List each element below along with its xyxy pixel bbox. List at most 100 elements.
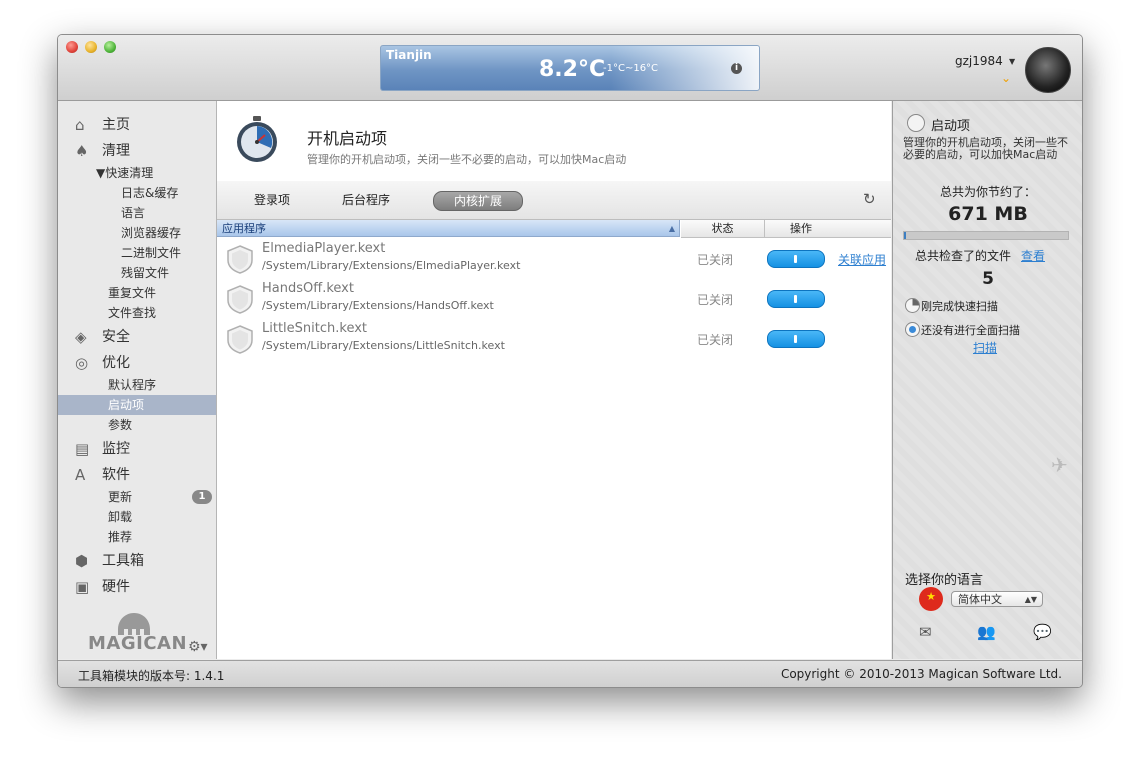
table-row[interactable]: LittleSnitch.kext /System/Library/Extens… (217, 318, 891, 358)
sidebar-item-label: 硬件 (102, 579, 130, 595)
sidebar-item-hardware[interactable]: ▣ 硬件 (58, 576, 216, 598)
sidebar-item-monitor[interactable]: ▤ 监控 (58, 438, 216, 460)
sidebar-item-binaries[interactable]: 二进制文件 (58, 243, 216, 263)
sidebar-item-browser-cache[interactable]: 浏览器缓存 (58, 223, 216, 243)
gear-icon[interactable]: ⚙▾ (188, 639, 208, 655)
username[interactable]: gzj1984 (955, 54, 1003, 68)
kext-shield-icon (227, 245, 253, 274)
sidebar-item-label: 浏览器缓存 (121, 226, 182, 240)
saved-label: 总共为你节约了： (939, 185, 1036, 199)
avatar[interactable] (1025, 47, 1071, 93)
sidebar-item-label: 参数 (108, 418, 133, 432)
column-header-label: 应用程序 (222, 222, 266, 235)
sidebar-item-label: 软件 (102, 467, 130, 483)
sidebar-item-label: ▼快速清理 (96, 166, 154, 180)
column-header-app[interactable]: 应用程序 ▲ (217, 220, 680, 237)
sidebar-item-label: 卸载 (108, 510, 133, 524)
user-dropdown-caret-icon[interactable]: ▼ (1009, 57, 1015, 66)
sidebar-item-optimize[interactable]: ◎ 优化 (58, 352, 216, 374)
magican-logo-text: MAGICAN (88, 633, 188, 654)
view-files-link[interactable]: 查看 (1021, 247, 1045, 264)
tab-login-items[interactable]: 登录项 (235, 191, 309, 209)
update-count-badge: 1 (192, 490, 212, 504)
startup-icon (907, 114, 925, 132)
home-icon: ⌂ (75, 116, 85, 134)
sidebar-item-logs-cache[interactable]: 日志&缓存 (58, 183, 216, 203)
sidebar-item-recommended[interactable]: 推荐 (58, 527, 216, 547)
language-select[interactable]: 简体中文 ▲▼ (951, 591, 1043, 607)
related-app-link[interactable]: 关联应用 (838, 251, 886, 268)
sidebar-item-quick-clean[interactable]: ▼快速清理 (58, 163, 216, 183)
copyright-text: Copyright © 2010-2013 Magican Software L… (780, 667, 1062, 681)
sidebar-item-home[interactable]: ⌂ 主页 (58, 114, 216, 136)
paper-plane-icon: ✈ (1051, 453, 1068, 477)
sidebar-item-clean[interactable]: ♠ 清理 (58, 140, 216, 162)
weather-range: -1°C~16°C (603, 63, 659, 74)
mail-icon[interactable]: ✉ (919, 623, 932, 641)
sidebar-item-label: 工具箱 (102, 553, 144, 569)
saved-progress-bar (903, 231, 1069, 240)
page-title: 开机启动项 (307, 129, 388, 148)
title-bar: Tianjin 8.2°C -1°C~16°C i gzj1984 ▼ ⌄ (58, 35, 1082, 101)
enable-toggle[interactable] (767, 330, 825, 348)
language-value: 简体中文 (958, 593, 1002, 606)
sidebar-item-label: 残留文件 (121, 266, 170, 280)
toolbox-icon: ⬢ (75, 552, 89, 570)
column-header-action[interactable]: 操作 (765, 220, 891, 238)
enable-toggle[interactable] (767, 290, 825, 308)
weather-temperature: 8.2°C (539, 57, 606, 82)
table-row[interactable]: HandsOff.kext /System/Library/Extensions… (217, 278, 891, 318)
language-label: 选择你的语言 (905, 573, 984, 588)
tab-background-programs[interactable]: 后台程序 (329, 191, 403, 209)
sidebar-item-label: 监控 (102, 441, 130, 457)
weather-city: Tianjin (386, 48, 432, 62)
tab-kernel-extensions[interactable]: 内核扩展 (433, 191, 523, 211)
sidebar-item-label: 启动项 (108, 398, 145, 412)
sidebar-item-parameters[interactable]: 参数 (58, 415, 216, 435)
kext-shield-icon (227, 325, 253, 354)
info-icon[interactable]: i (731, 63, 742, 74)
sidebar-item-software[interactable]: A 软件 (58, 464, 216, 486)
sidebar-item-duplicates[interactable]: 重复文件 (58, 283, 216, 303)
column-header-status[interactable]: 状态 (681, 220, 765, 238)
users-icon[interactable]: 👥 (977, 623, 996, 641)
sidebar-item-uninstall[interactable]: 卸载 (58, 507, 216, 527)
saved-value: 671 MB (948, 203, 1028, 225)
sidebar-item-label: 默认程序 (108, 378, 157, 392)
sidebar-item-label: 二进制文件 (121, 246, 182, 260)
row-status: 已关闭 (697, 333, 734, 347)
enable-toggle[interactable] (767, 250, 825, 268)
sidebar-item-label: 推荐 (108, 530, 133, 544)
sidebar-item-label: 重复文件 (108, 286, 157, 300)
sidebar-item-leftovers[interactable]: 残留文件 (58, 263, 216, 283)
column-header-label: 操作 (790, 222, 812, 235)
sidebar-item-toolbox[interactable]: ⬢ 工具箱 (58, 550, 216, 572)
hardware-icon: ▣ (75, 578, 90, 596)
info-panel-description: 管理你的开机启动项，关闭一些不必要的启动，可以加快Mac启动 (903, 136, 1068, 161)
sidebar-item-label: 优化 (102, 355, 130, 371)
scan-link[interactable]: 扫描 (973, 339, 997, 356)
chevron-down-icon[interactable]: ⌄ (1001, 71, 1011, 85)
minimize-window-button[interactable] (85, 41, 97, 53)
table-row[interactable]: ElmediaPlayer.kext /System/Library/Exten… (217, 238, 891, 278)
app-window: Tianjin 8.2°C -1°C~16°C i gzj1984 ▼ ⌄ ⌂ … (57, 34, 1083, 688)
row-name: LittleSnitch.kext (262, 321, 368, 336)
chat-icon[interactable]: 💬 (1033, 623, 1052, 641)
sidebar-item-language[interactable]: 语言 (58, 203, 216, 223)
close-window-button[interactable] (66, 41, 78, 53)
refresh-icon[interactable]: ↻ (863, 190, 876, 208)
kext-shield-icon (227, 285, 253, 314)
china-flag-icon: ★ (919, 587, 943, 611)
sidebar-item-updates[interactable]: 更新 1 (58, 487, 216, 507)
sidebar-item-file-finder[interactable]: 文件查找 (58, 303, 216, 323)
sidebar-item-security[interactable]: ◈ 安全 (58, 326, 216, 348)
stopwatch-icon (237, 116, 277, 162)
zoom-window-button[interactable] (104, 41, 116, 53)
sidebar-item-default-apps[interactable]: 默认程序 (58, 375, 216, 395)
sidebar: ⌂ 主页 ♠ 清理 ▼快速清理 日志&缓存 语言 浏览器缓存 二进制文件 残留文… (58, 101, 217, 659)
sidebar-item-label: 安全 (102, 329, 130, 345)
version-text: 工具箱模块的版本号: 1.4.1 (78, 669, 225, 683)
sidebar-item-startup[interactable]: 启动项 (58, 395, 216, 415)
weather-widget[interactable]: Tianjin 8.2°C -1°C~16°C i (380, 45, 760, 91)
row-status: 已关闭 (697, 253, 734, 267)
